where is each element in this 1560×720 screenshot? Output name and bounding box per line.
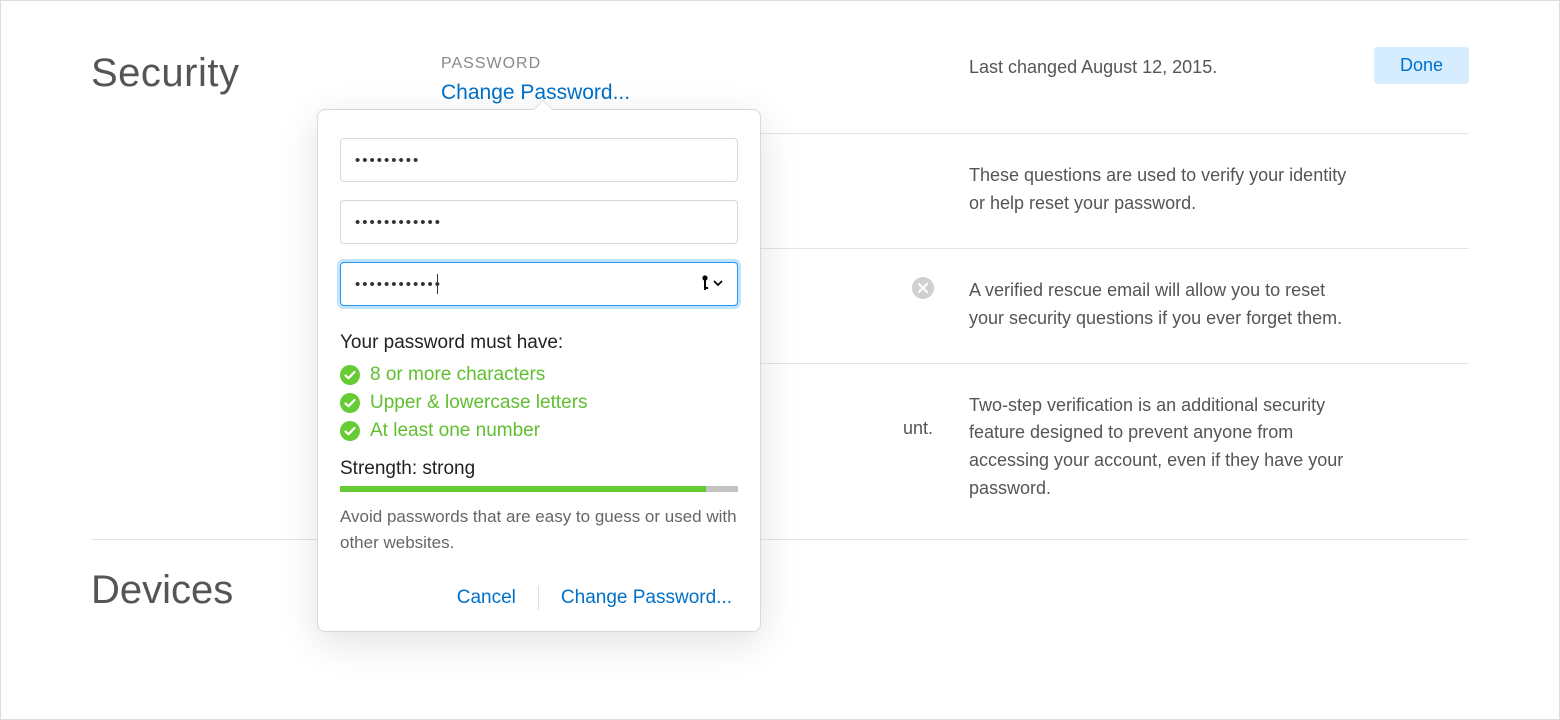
requirement-item: At least one number — [340, 420, 738, 442]
check-icon — [340, 365, 360, 385]
requirement-item: Upper & lowercase letters — [340, 392, 738, 414]
rescue-email-info: A verified rescue email will allow you t… — [969, 277, 1469, 333]
requirement-text: At least one number — [370, 420, 540, 442]
check-icon — [340, 421, 360, 441]
current-password-input[interactable] — [340, 138, 738, 182]
change-password-popover: Your password must have: 8 or more chara… — [317, 109, 761, 632]
new-password-input[interactable] — [340, 200, 738, 244]
requirements-list: 8 or more characters Upper & lowercase l… — [340, 364, 738, 442]
requirement-text: Upper & lowercase letters — [370, 392, 588, 414]
strength-fill — [340, 486, 706, 492]
confirm-password-input[interactable] — [340, 262, 738, 306]
cancel-button[interactable]: Cancel — [449, 583, 524, 613]
done-button[interactable]: Done — [1374, 47, 1469, 84]
password-label: PASSWORD — [441, 55, 969, 73]
requirement-item: 8 or more characters — [340, 364, 738, 386]
popover-arrow-icon — [533, 100, 553, 110]
divider — [538, 586, 539, 610]
section-title-security: Security — [91, 41, 441, 96]
clear-icon[interactable] — [912, 277, 934, 299]
section-title-devices: Devices — [91, 539, 1469, 613]
requirement-text: 8 or more characters — [370, 364, 545, 386]
change-password-button[interactable]: Change Password... — [553, 583, 740, 613]
password-hint: Avoid passwords that are easy to guess o… — [340, 504, 738, 569]
key-icon[interactable] — [700, 273, 724, 293]
strength-bar — [340, 486, 738, 492]
check-icon — [340, 393, 360, 413]
change-password-link[interactable]: Change Password... — [441, 81, 969, 105]
strength-label: Strength: strong — [340, 458, 738, 480]
two-step-info: Two-step verification is an additional s… — [969, 392, 1469, 504]
security-questions-info: These questions are used to verify your … — [969, 162, 1469, 218]
partial-text: unt. — [903, 418, 933, 439]
text-cursor — [437, 274, 438, 294]
requirements-heading: Your password must have: — [340, 332, 738, 354]
